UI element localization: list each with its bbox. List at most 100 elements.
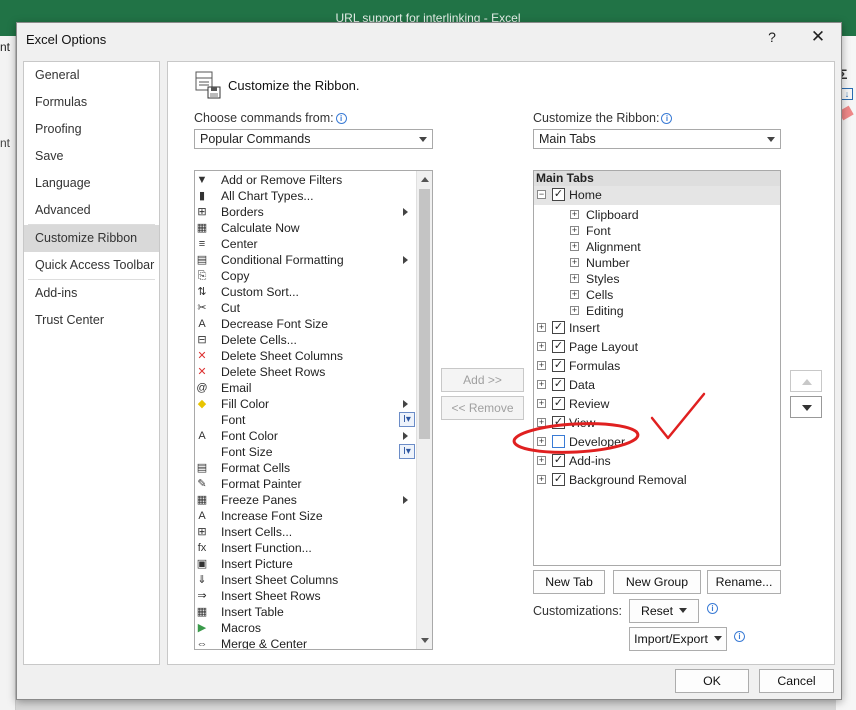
nav-item-proofing[interactable]: Proofing	[24, 116, 159, 143]
fill-down-icon[interactable]: ↓	[841, 88, 853, 100]
command-item[interactable]: ✎ Format Painter	[195, 476, 417, 492]
nav-item-formulas[interactable]: Formulas	[24, 89, 159, 116]
command-item[interactable]: ▦ Freeze Panes	[195, 492, 417, 508]
command-item[interactable]: ⇒ Insert Sheet Rows	[195, 588, 417, 604]
choose-commands-dropdown[interactable]: Popular Commands	[194, 129, 433, 149]
command-item[interactable]: Font Size I▾	[195, 444, 417, 460]
collapse-icon[interactable]: −	[537, 190, 546, 199]
expand-icon[interactable]: +	[537, 418, 546, 427]
command-item[interactable]: ⊟ Delete Cells...	[195, 332, 417, 348]
commands-list[interactable]: ▼ Add or Remove Filters ▮ All Chart Types..…	[194, 170, 433, 650]
checkbox-checked[interactable]: ✓	[552, 188, 565, 201]
tree-tab-page-layout[interactable]: + ✓ Page Layout	[534, 338, 780, 357]
command-item[interactable]: ⊞ Insert Cells...	[195, 524, 417, 540]
new-group-button[interactable]: New Group	[613, 570, 701, 594]
command-item[interactable]: ⇔ Merge & Center	[195, 636, 417, 649]
tree-tab-background-removal[interactable]: + ✓ Background Removal	[534, 471, 780, 490]
customize-ribbon-dropdown[interactable]: Main Tabs	[533, 129, 781, 149]
reset-button[interactable]: Reset	[629, 599, 699, 623]
scroll-thumb[interactable]	[419, 189, 430, 439]
command-item[interactable]: ◆ Fill Color	[195, 396, 417, 412]
scroll-up-icon[interactable]	[421, 177, 429, 182]
move-up-button[interactable]	[790, 370, 822, 392]
command-item[interactable]: Font I▾	[195, 412, 417, 428]
ok-button[interactable]: OK	[675, 669, 749, 693]
tree-tab-data[interactable]: + ✓ Data	[534, 376, 780, 395]
import-export-button[interactable]: Import/Export	[629, 627, 727, 651]
expand-icon[interactable]: +	[570, 306, 579, 315]
nav-item-save[interactable]: Save	[24, 143, 159, 170]
command-item[interactable]: ▦ Insert Table	[195, 604, 417, 620]
tree-tab-formulas[interactable]: + ✓ Formulas	[534, 357, 780, 376]
expand-icon[interactable]: +	[570, 242, 579, 251]
info-icon[interactable]: i	[707, 603, 718, 614]
cancel-button[interactable]: Cancel	[759, 669, 834, 693]
nav-item-add-ins[interactable]: Add-ins	[24, 280, 159, 307]
expand-icon[interactable]: +	[537, 380, 546, 389]
expand-icon[interactable]: +	[537, 361, 546, 370]
nav-item-quick-access-toolbar[interactable]: Quick Access Toolbar	[24, 252, 159, 279]
tree-tab-view[interactable]: + ✓ View	[534, 414, 780, 433]
expand-icon[interactable]: +	[570, 258, 579, 267]
expand-icon[interactable]: +	[537, 399, 546, 408]
expand-icon[interactable]: +	[537, 342, 546, 351]
expand-icon[interactable]: +	[537, 437, 546, 446]
tree-group-cells[interactable]: + Cells	[534, 286, 780, 302]
commands-scrollbar[interactable]	[416, 171, 432, 649]
command-item[interactable]: fx Insert Function...	[195, 540, 417, 556]
info-icon[interactable]: i	[734, 631, 745, 642]
command-item[interactable]: ⇅ Custom Sort...	[195, 284, 417, 300]
nav-item-trust-center[interactable]: Trust Center	[24, 307, 159, 334]
command-item[interactable]: A Font Color	[195, 428, 417, 444]
tree-group-clipboard[interactable]: + Clipboard	[534, 206, 780, 222]
nav-item-customize-ribbon[interactable]: Customize Ribbon	[24, 225, 159, 252]
command-item[interactable]: ✕ Delete Sheet Columns	[195, 348, 417, 364]
move-down-button[interactable]	[790, 396, 822, 418]
tree-group-alignment[interactable]: + Alignment	[534, 238, 780, 254]
ribbon-tabs-tree[interactable]: Main Tabs − ✓ Home + Clipboard + Font + Alignmen…	[533, 170, 781, 566]
expand-icon[interactable]: +	[570, 274, 579, 283]
new-tab-button[interactable]: New Tab	[533, 570, 605, 594]
nav-item-advanced[interactable]: Advanced	[24, 197, 159, 224]
tree-group-styles[interactable]: + Styles	[534, 270, 780, 286]
tree-tab-home[interactable]: − ✓ Home	[534, 186, 780, 205]
expand-icon[interactable]: +	[537, 475, 546, 484]
command-item[interactable]: ⎘ Copy	[195, 268, 417, 284]
nav-item-language[interactable]: Language	[24, 170, 159, 197]
command-item[interactable]: A Increase Font Size	[195, 508, 417, 524]
checkbox-checked[interactable]: ✓	[552, 416, 565, 429]
tree-tab-insert[interactable]: + ✓ Insert	[534, 319, 780, 338]
command-item[interactable]: ▦ Calculate Now	[195, 220, 417, 236]
close-button[interactable]: ✕	[809, 27, 827, 47]
tree-tab-developer[interactable]: + Developer	[534, 433, 780, 452]
checkbox-checked[interactable]: ✓	[552, 473, 565, 486]
command-item[interactable]: ≡ Center	[195, 236, 417, 252]
checkbox-checked[interactable]: ✓	[552, 321, 565, 334]
checkbox-checked[interactable]: ✓	[552, 359, 565, 372]
checkbox-checked[interactable]: ✓	[552, 378, 565, 391]
expand-icon[interactable]: +	[570, 290, 579, 299]
command-item[interactable]: @ Email	[195, 380, 417, 396]
command-item[interactable]: ▶ Macros	[195, 620, 417, 636]
command-item[interactable]: A Decrease Font Size	[195, 316, 417, 332]
tree-tab-review[interactable]: + ✓ Review	[534, 395, 780, 414]
expand-icon[interactable]: +	[570, 210, 579, 219]
command-item[interactable]: ✂ Cut	[195, 300, 417, 316]
command-item[interactable]: ▤ Conditional Formatting	[195, 252, 417, 268]
expand-icon[interactable]: +	[570, 226, 579, 235]
command-item[interactable]: ▮ All Chart Types...	[195, 188, 417, 204]
nav-item-general[interactable]: General	[24, 62, 159, 89]
checkbox-checked[interactable]: ✓	[552, 340, 565, 353]
help-button[interactable]: ?	[765, 29, 779, 47]
info-icon[interactable]: i	[335, 113, 347, 124]
tree-group-editing[interactable]: + Editing	[534, 302, 780, 318]
expand-icon[interactable]: +	[537, 323, 546, 332]
tree-group-number[interactable]: + Number	[534, 254, 780, 270]
scroll-down-icon[interactable]	[421, 638, 429, 643]
command-item[interactable]: ⊞ Borders	[195, 204, 417, 220]
command-item[interactable]: ▣ Insert Picture	[195, 556, 417, 572]
expand-icon[interactable]: +	[537, 456, 546, 465]
remove-button[interactable]: << Remove	[441, 396, 524, 420]
add-button[interactable]: Add >>	[441, 368, 524, 392]
checkbox-checked[interactable]: ✓	[552, 454, 565, 467]
